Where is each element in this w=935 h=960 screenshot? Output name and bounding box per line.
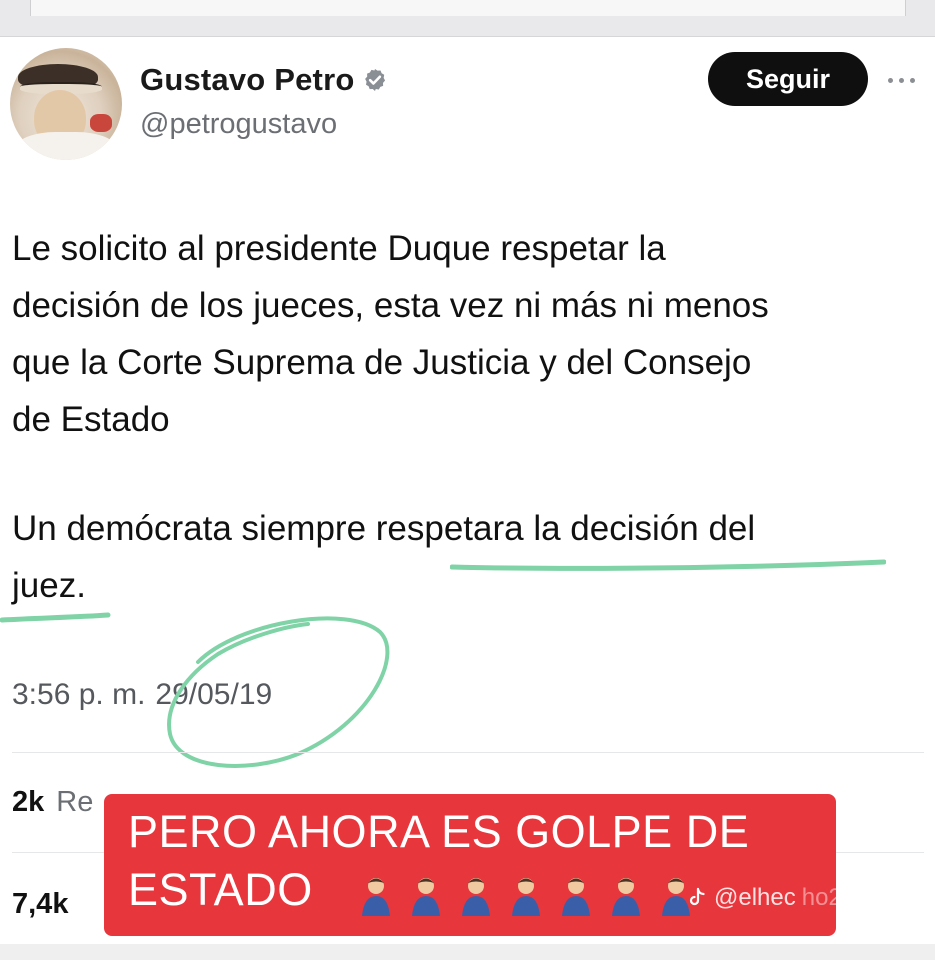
person-tipping-hand-icon: [562, 878, 590, 916]
stat-label: Re: [56, 786, 94, 818]
tweet-text-line: decisión de los jueces, esta vez ni más …: [12, 286, 769, 325]
caption-overlay: PERO AHORA ES GOLPE DE ESTADO @elhec ho2.…: [104, 794, 862, 936]
highlight-underline: [450, 559, 886, 571]
tweet-text-line: Le solicito al presidente Duque respetar…: [12, 229, 666, 268]
date-circle-mark: [167, 616, 390, 768]
tweet-text-paragraph-2: Un demócrata siempre respetara la decisi…: [12, 500, 912, 614]
person-tipping-hand-icon: [362, 878, 390, 916]
overlay-caption-line: ESTADO: [128, 864, 313, 915]
person-tipping-hand-icon: [412, 878, 440, 916]
stat-value: 7,4k: [12, 888, 69, 920]
tweet-text-line: de Estado: [12, 400, 170, 439]
divider: [12, 752, 924, 753]
stat-value: 2k: [12, 786, 45, 818]
avatar-accent: [90, 114, 112, 132]
stats-row[interactable]: 2k Re: [12, 786, 93, 819]
top-strip-inner: [30, 0, 906, 16]
emoji-row: [354, 874, 698, 918]
author-name-row[interactable]: Gustavo Petro: [140, 60, 388, 100]
avatar[interactable]: [10, 48, 122, 160]
verified-badge-icon: [365, 68, 386, 92]
overlay-caption-line: PERO AHORA ES GOLPE DE: [128, 806, 750, 857]
tweet-text-line: que la Corte Suprema de Justicia y del C…: [12, 343, 752, 382]
person-tipping-hand-icon: [512, 878, 540, 916]
author-display-name[interactable]: Gustavo Petro: [140, 62, 354, 98]
tweet-text-paragraph-1: Le solicito al presidente Duque respetar…: [12, 220, 912, 448]
top-strip: [0, 0, 935, 37]
tiktok-watermark: @elhec ho2.0: [686, 884, 862, 912]
more-icon[interactable]: [888, 70, 928, 90]
tweet-text-line: Un demócrata siempre respetara la decisi…: [12, 509, 756, 548]
tiktok-icon: [689, 887, 705, 906]
highlight-underline: [0, 612, 111, 623]
watermark-text: @elhec: [714, 884, 796, 911]
person-tipping-hand-icon: [612, 878, 640, 916]
stats-row[interactable]: 7,4k: [12, 888, 80, 921]
avatar-shirt: [16, 132, 116, 160]
author-handle[interactable]: @petrogustavo: [140, 108, 337, 141]
person-tipping-hand-icon: [462, 878, 490, 916]
watermark-text-faded: ho2.0: [801, 884, 862, 911]
bottom-strip: [0, 944, 935, 960]
tweet-time[interactable]: 3:56 p. m.: [12, 678, 145, 712]
follow-button[interactable]: Seguir: [708, 52, 868, 106]
